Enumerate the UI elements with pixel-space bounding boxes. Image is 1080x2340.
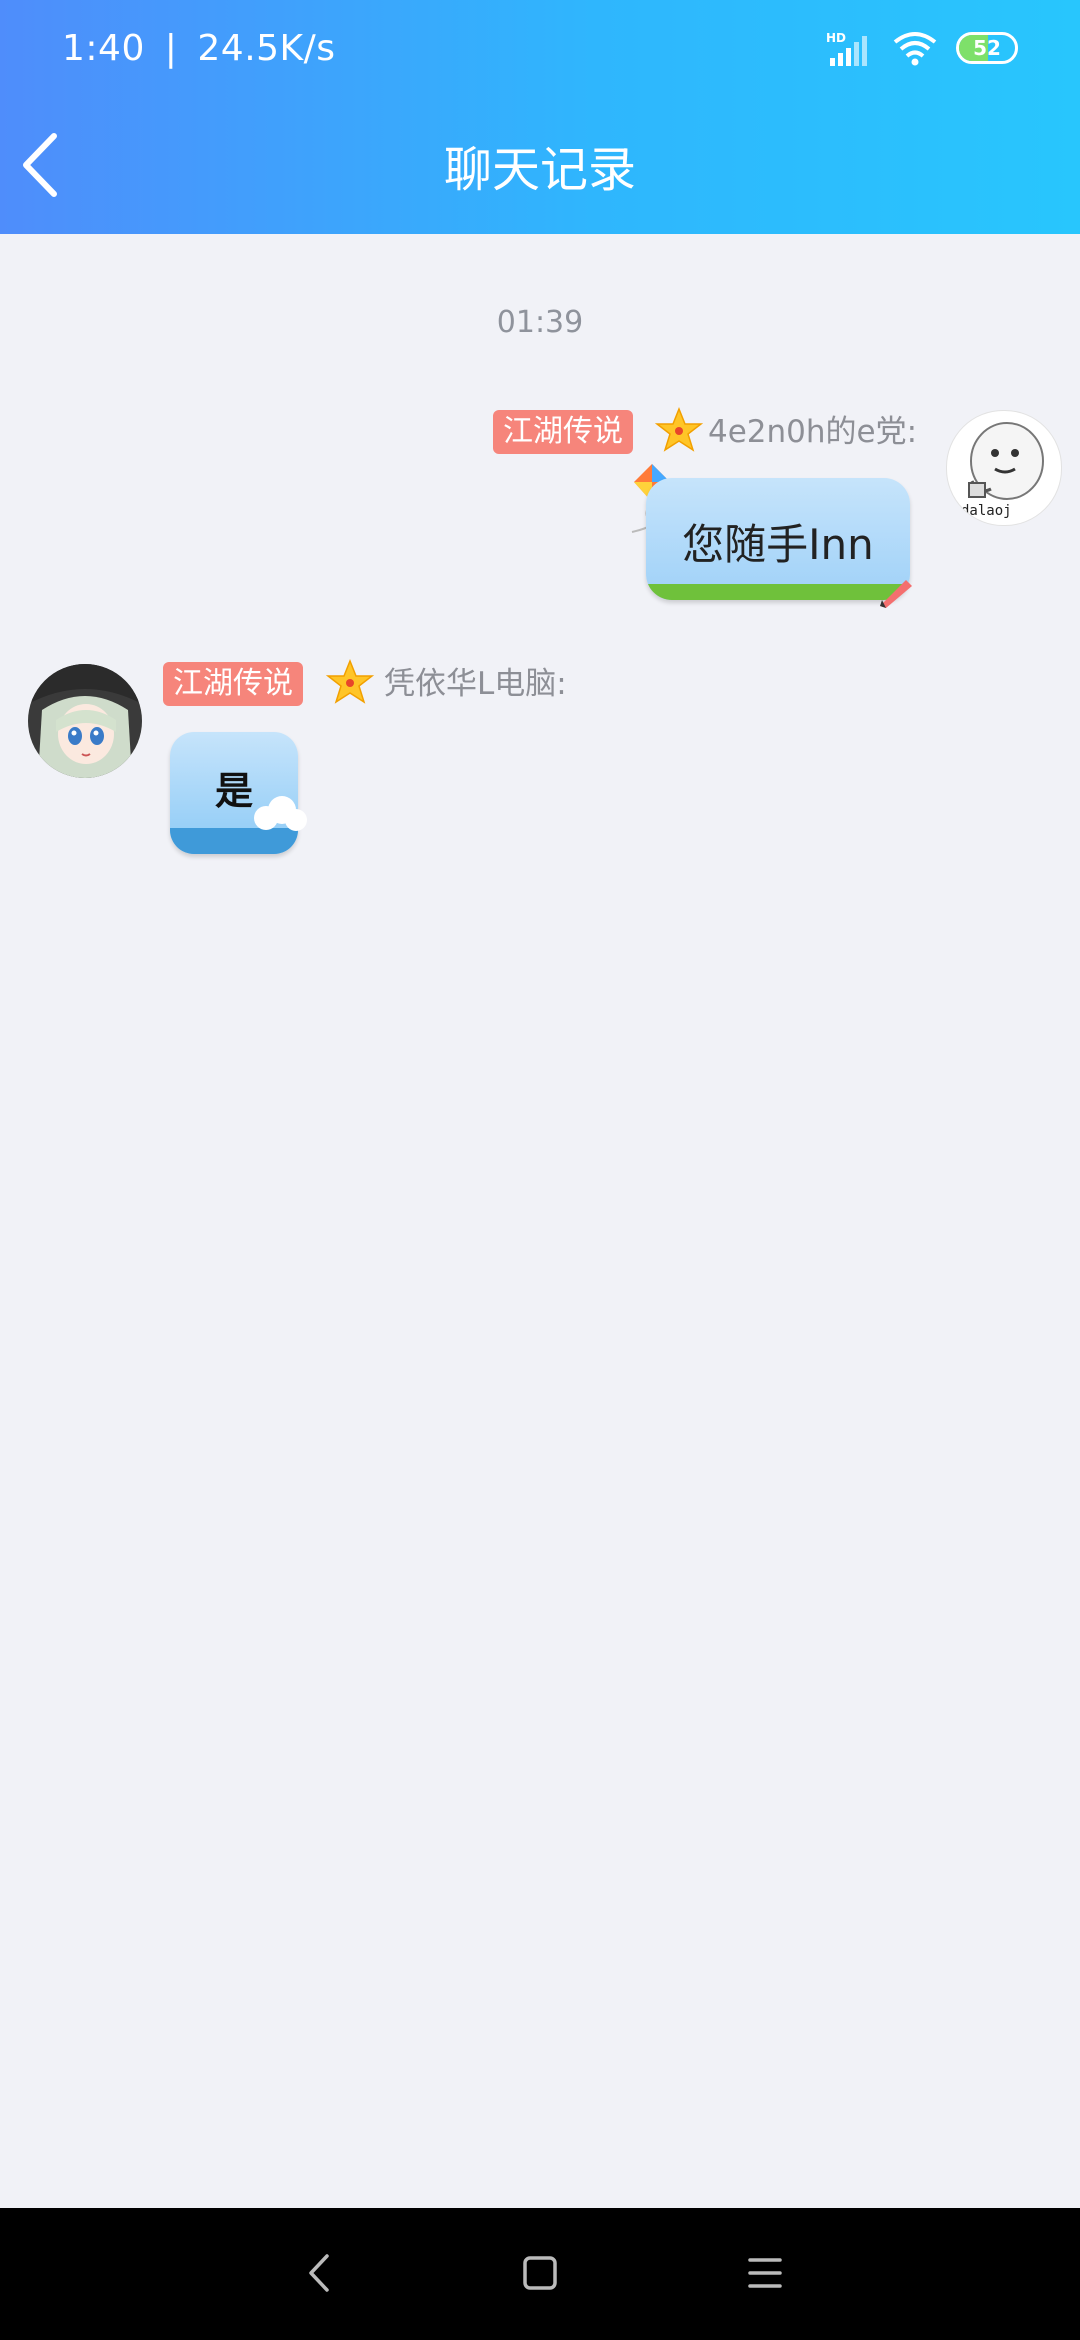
- avatar-meme-icon: dalaoj: [961, 422, 1044, 519]
- message-bubble[interactable]: 您随手Inn: [646, 478, 910, 600]
- wifi-icon: [893, 32, 937, 66]
- grass-decoration: [646, 584, 910, 600]
- home-nav-icon[interactable]: [515, 2248, 565, 2298]
- network-speed: 24.5K/s: [197, 28, 336, 69]
- avatar-caption: dalaoj: [961, 503, 1012, 519]
- status-icons: HD 52: [826, 30, 1018, 66]
- status-bar-time: 1:40 | 24.5K/s: [62, 28, 336, 69]
- system-nav-bar: [0, 2208, 1080, 2340]
- sender-name: 4e2n0h的e党:: [708, 414, 918, 450]
- time-divider: 01:39: [496, 305, 584, 340]
- menu-nav-icon[interactable]: [740, 2248, 790, 2298]
- title-badge: 江湖传说: [493, 410, 633, 454]
- cloud-decoration-icon: [254, 796, 307, 831]
- back-nav-icon[interactable]: [295, 2248, 345, 2298]
- title-badge: 江湖传说: [163, 662, 303, 706]
- pencil-decoration-icon: [880, 580, 912, 608]
- avatar[interactable]: [28, 664, 142, 778]
- signal-icon: HD: [826, 31, 867, 66]
- sender-name: 凭依华L电脑:: [384, 666, 567, 702]
- star-icon: [326, 658, 374, 704]
- battery-icon: 52: [956, 32, 1018, 64]
- avatar[interactable]: dalaoj: [946, 410, 1062, 526]
- message-text: 您随手Inn: [682, 520, 874, 569]
- battery-level: 52: [973, 36, 1001, 60]
- avatar-anime-icon: [28, 664, 142, 778]
- clock: 1:40: [62, 28, 145, 69]
- status-separator: |: [164, 28, 178, 69]
- page-title: 聊天记录: [443, 142, 636, 198]
- star-icon: [655, 406, 703, 452]
- app-header: 1:40 | 24.5K/s HD 52 聊天记录: [0, 0, 1080, 234]
- hd-label: HD: [826, 31, 846, 45]
